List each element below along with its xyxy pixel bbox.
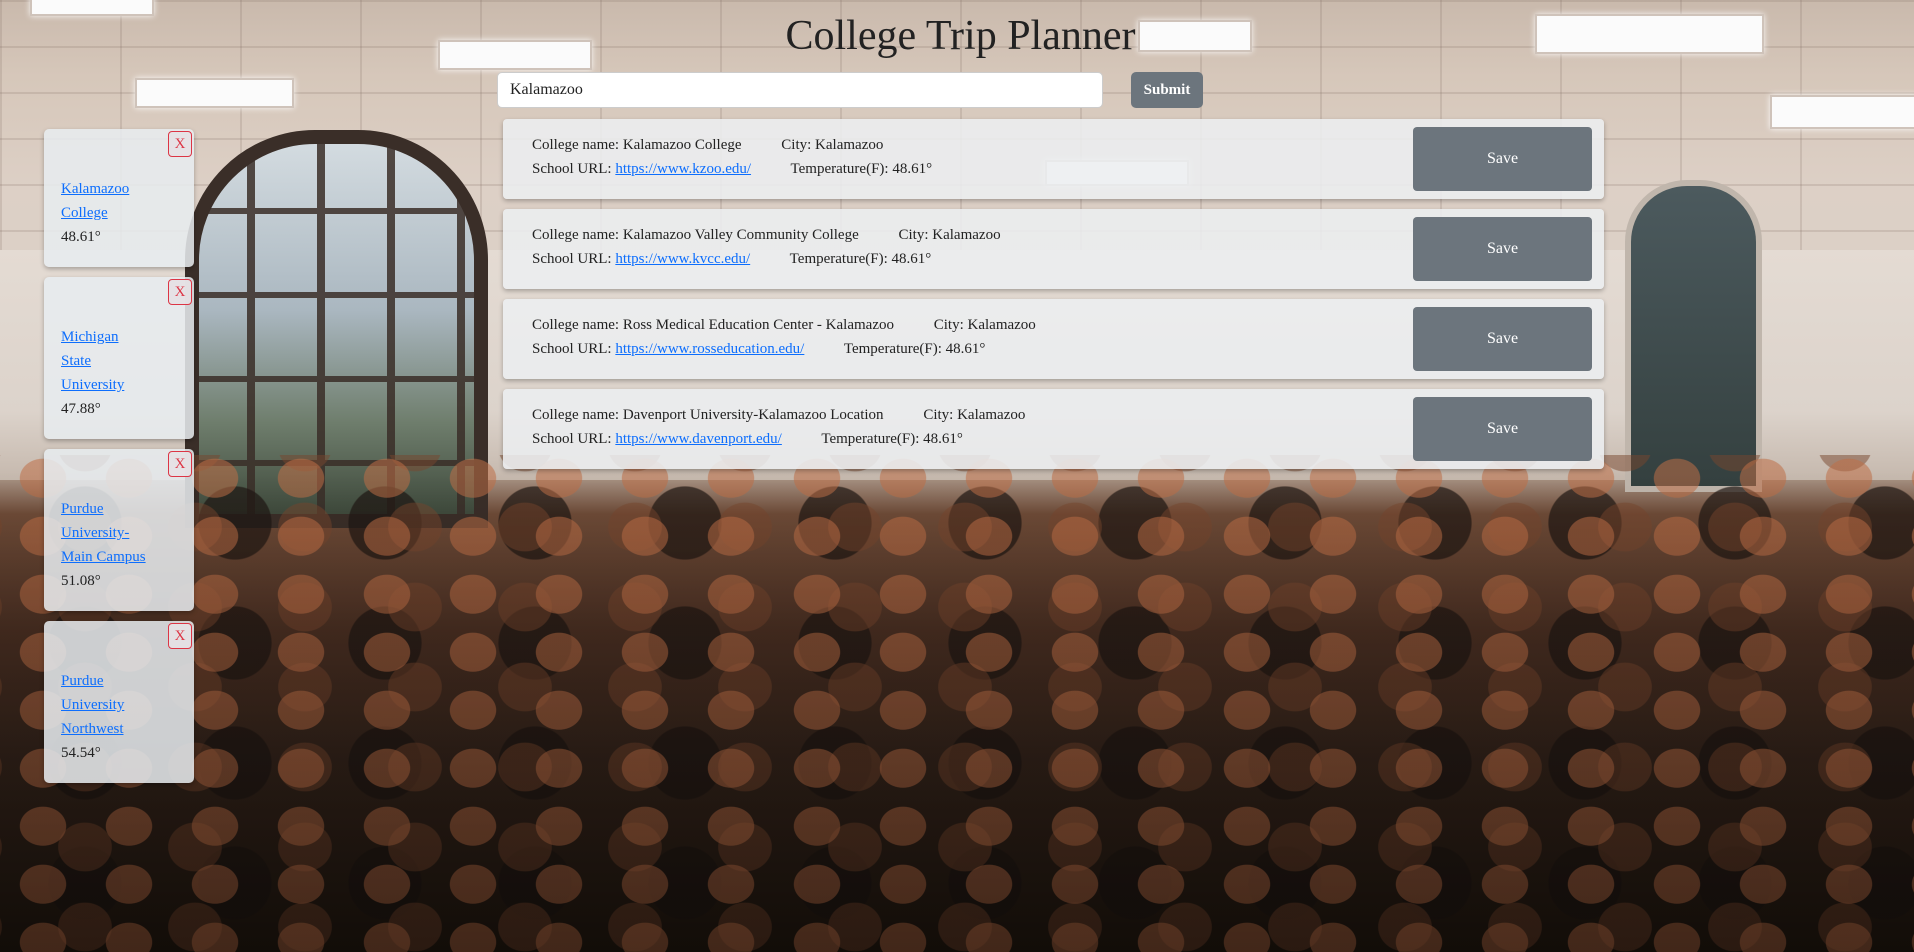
saved-college-temperature: 51.08° xyxy=(61,573,101,589)
saved-college-name-line: Michigan xyxy=(61,329,119,345)
college-name: Davenport University-Kalamazoo Location xyxy=(622,407,884,423)
city-value: Kalamazoo xyxy=(815,137,884,153)
saved-college-name-line: Purdue xyxy=(61,673,104,689)
remove-saved-button[interactable]: X xyxy=(168,279,192,305)
results-list: College name: Kalamazoo College City: Ka… xyxy=(503,119,1604,479)
save-button[interactable]: Save xyxy=(1413,307,1592,371)
school-url-label: School URL: xyxy=(532,251,612,267)
submit-button[interactable]: Submit xyxy=(1131,72,1203,108)
saved-college-temperature: 48.61° xyxy=(61,229,101,245)
result-line-url-temp: School URL: https://www.davenport.edu/ T… xyxy=(532,431,963,448)
city-label: City: xyxy=(781,137,812,153)
city-label: City: xyxy=(923,407,954,423)
temperature-value: 48.61° xyxy=(945,341,986,357)
search-input[interactable] xyxy=(497,72,1103,108)
school-url-label: School URL: xyxy=(532,161,612,177)
arched-door xyxy=(1625,180,1762,492)
temperature-label: Temperature(F): xyxy=(821,431,920,447)
remove-saved-button[interactable]: X xyxy=(168,451,192,477)
saved-college-link[interactable]: Kalamazoo College xyxy=(61,177,182,225)
saved-college-name-line: Main Campus xyxy=(61,549,146,565)
saved-college-temperature: 54.54° xyxy=(61,745,101,761)
save-button[interactable]: Save xyxy=(1413,127,1592,191)
saved-college-name-line: Kalamazoo xyxy=(61,181,130,197)
temperature-value: 48.61° xyxy=(892,161,933,177)
saved-college-link[interactable]: Michigan State University xyxy=(61,325,182,397)
college-name: Kalamazoo Valley Community College xyxy=(622,227,859,243)
temperature-value: 48.61° xyxy=(923,431,963,447)
result-line-url-temp: School URL: https://www.rosseducation.ed… xyxy=(532,341,985,358)
saved-college-card: X Purdue University Northwest 54.54° xyxy=(44,621,194,783)
result-line-url-temp: School URL: https://www.kzoo.edu/ Temper… xyxy=(532,161,932,178)
saved-college-link[interactable]: Purdue University Northwest xyxy=(61,669,182,741)
temperature-value: 48.61° xyxy=(891,251,932,267)
temperature-label: Temperature(F): xyxy=(843,341,942,357)
saved-college-link[interactable]: Purdue University- Main Campus xyxy=(61,497,182,569)
save-button[interactable]: Save xyxy=(1413,397,1592,461)
ceiling-light xyxy=(135,78,294,108)
college-name: Kalamazoo College xyxy=(622,137,742,153)
college-name-label: College name: xyxy=(532,317,620,333)
result-card: College name: Kalamazoo Valley Community… xyxy=(503,209,1604,289)
result-line-name-city: College name: Davenport University-Kalam… xyxy=(532,407,1025,424)
college-name: Ross Medical Education Center - Kalamazo… xyxy=(622,317,894,333)
city-value: Kalamazoo xyxy=(932,227,1001,243)
saved-college-card: X Kalamazoo College 48.61° xyxy=(44,129,194,267)
city-label: City: xyxy=(933,317,964,333)
saved-college-name-line: University- xyxy=(61,525,130,541)
result-line-name-city: College name: Ross Medical Education Cen… xyxy=(532,317,1036,334)
city-value: Kalamazoo xyxy=(967,317,1036,333)
saved-college-card: X Michigan State University 47.88° xyxy=(44,277,194,439)
saved-college-name-line: Purdue xyxy=(61,501,104,517)
result-line-name-city: College name: Kalamazoo Valley Community… xyxy=(532,227,1001,244)
school-url-link[interactable]: https://www.rosseducation.edu/ xyxy=(615,341,804,357)
saved-college-temperature: 47.88° xyxy=(61,401,101,417)
saved-college-name-line: State xyxy=(61,353,91,369)
remove-saved-button[interactable]: X xyxy=(168,131,192,157)
saved-college-name-line: University xyxy=(61,377,125,393)
saved-college-name-line: Northwest xyxy=(61,721,124,737)
saved-college-card: X Purdue University- Main Campus 51.08° xyxy=(44,449,194,611)
city-label: City: xyxy=(898,227,929,243)
city-value: Kalamazoo xyxy=(957,407,1026,423)
temperature-label: Temperature(F): xyxy=(790,161,889,177)
ceiling-light xyxy=(1770,95,1914,129)
result-card: College name: Kalamazoo College City: Ka… xyxy=(503,119,1604,199)
temperature-label: Temperature(F): xyxy=(789,251,888,267)
school-url-link[interactable]: https://www.kzoo.edu/ xyxy=(615,161,751,177)
remove-saved-button[interactable]: X xyxy=(168,623,192,649)
result-card: College name: Davenport University-Kalam… xyxy=(503,389,1604,469)
school-url-label: School URL: xyxy=(532,431,612,447)
floor-shade xyxy=(0,470,1914,952)
college-name-label: College name: xyxy=(532,227,620,243)
college-name-label: College name: xyxy=(532,137,620,153)
saved-college-name-line: University xyxy=(61,697,125,713)
page-title: College Trip Planner xyxy=(785,13,1136,59)
saved-colleges-list: X Kalamazoo College 48.61° X Michigan St… xyxy=(44,129,194,793)
school-url-link[interactable]: https://www.davenport.edu/ xyxy=(615,431,782,447)
result-card: College name: Ross Medical Education Cen… xyxy=(503,299,1604,379)
school-url-label: School URL: xyxy=(532,341,612,357)
result-line-url-temp: School URL: https://www.kvcc.edu/ Temper… xyxy=(532,251,931,268)
save-button[interactable]: Save xyxy=(1413,217,1592,281)
result-line-name-city: College name: Kalamazoo College City: Ka… xyxy=(532,137,883,154)
college-name-label: College name: xyxy=(532,407,620,423)
school-url-link[interactable]: https://www.kvcc.edu/ xyxy=(615,251,750,267)
saved-college-name-line: College xyxy=(61,205,108,221)
